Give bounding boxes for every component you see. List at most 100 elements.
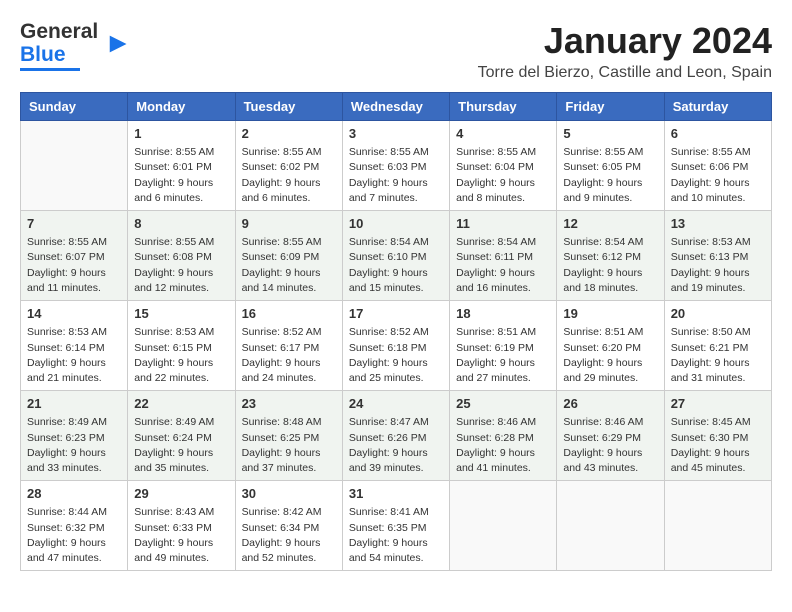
logo-text-general: General — [20, 20, 98, 43]
day-number: 9 — [242, 215, 336, 233]
weekday-header-row: SundayMondayTuesdayWednesdayThursdayFrid… — [21, 93, 772, 121]
day-number: 14 — [27, 305, 121, 323]
title-block: January 2024 Torre del Bierzo, Castille … — [478, 20, 772, 82]
day-number: 12 — [563, 215, 657, 233]
day-number: 24 — [349, 395, 443, 413]
calendar-cell: 29 Sunrise: 8:43 AM Sunset: 6:33 PM Dayli… — [128, 481, 235, 571]
day-detail: Sunrise: 8:53 AM Sunset: 6:13 PM Dayligh… — [671, 235, 765, 296]
day-detail: Sunrise: 8:55 AM Sunset: 6:05 PM Dayligh… — [563, 145, 657, 206]
calendar-cell: 13 Sunrise: 8:53 AM Sunset: 6:13 PM Dayli… — [664, 211, 771, 301]
calendar-cell — [21, 121, 128, 211]
day-number: 29 — [134, 485, 228, 503]
calendar-cell: 24 Sunrise: 8:47 AM Sunset: 6:26 PM Dayli… — [342, 391, 449, 481]
day-number: 23 — [242, 395, 336, 413]
calendar-cell: 2Sunrise: 8:55 AM Sunset: 6:02 PM Daylig… — [235, 121, 342, 211]
day-number: 26 — [563, 395, 657, 413]
day-number: 1 — [134, 125, 228, 143]
day-detail: Sunrise: 8:51 AM Sunset: 6:20 PM Dayligh… — [563, 325, 657, 386]
weekday-header-monday: Monday — [128, 93, 235, 121]
calendar-cell: 9 Sunrise: 8:55 AM Sunset: 6:09 PM Daylig… — [235, 211, 342, 301]
calendar-cell: 21 Sunrise: 8:49 AM Sunset: 6:23 PM Dayli… — [21, 391, 128, 481]
weekday-header-sunday: Sunday — [21, 93, 128, 121]
day-detail: Sunrise: 8:43 AM Sunset: 6:33 PM Dayligh… — [134, 505, 228, 566]
day-detail: Sunrise: 8:53 AM Sunset: 6:15 PM Dayligh… — [134, 325, 228, 386]
day-detail: Sunrise: 8:42 AM Sunset: 6:34 PM Dayligh… — [242, 505, 336, 566]
month-title: January 2024 — [478, 20, 772, 62]
day-detail: Sunrise: 8:55 AM Sunset: 6:07 PM Dayligh… — [27, 235, 121, 296]
day-detail: Sunrise: 8:55 AM Sunset: 6:06 PM Dayligh… — [671, 145, 765, 206]
weekday-header-friday: Friday — [557, 93, 664, 121]
logo-bird-icon: ► — [104, 27, 132, 59]
day-number: 13 — [671, 215, 765, 233]
calendar-cell: 16 Sunrise: 8:52 AM Sunset: 6:17 PM Dayli… — [235, 301, 342, 391]
calendar-cell: 1 Sunrise: 8:55 AM Sunset: 6:01 PM Daylig… — [128, 121, 235, 211]
day-detail: Sunrise: 8:48 AM Sunset: 6:25 PM Dayligh… — [242, 415, 336, 476]
calendar-cell: 11Sunrise: 8:54 AM Sunset: 6:11 PM Dayli… — [450, 211, 557, 301]
day-detail: Sunrise: 8:55 AM Sunset: 6:04 PM Dayligh… — [456, 145, 550, 206]
day-number: 4 — [456, 125, 550, 143]
day-detail: Sunrise: 8:53 AM Sunset: 6:14 PM Dayligh… — [27, 325, 121, 386]
weekday-header-tuesday: Tuesday — [235, 93, 342, 121]
calendar-cell: 15 Sunrise: 8:53 AM Sunset: 6:15 PM Dayli… — [128, 301, 235, 391]
calendar-cell: 30Sunrise: 8:42 AM Sunset: 6:34 PM Dayli… — [235, 481, 342, 571]
calendar-cell — [450, 481, 557, 571]
day-number: 5 — [563, 125, 657, 143]
calendar-cell: 5 Sunrise: 8:55 AM Sunset: 6:05 PM Daylig… — [557, 121, 664, 211]
day-number: 15 — [134, 305, 228, 323]
calendar-cell: 23 Sunrise: 8:48 AM Sunset: 6:25 PM Dayli… — [235, 391, 342, 481]
day-detail: Sunrise: 8:54 AM Sunset: 6:10 PM Dayligh… — [349, 235, 443, 296]
calendar-cell: 6Sunrise: 8:55 AM Sunset: 6:06 PM Daylig… — [664, 121, 771, 211]
calendar-cell — [557, 481, 664, 571]
calendar-cell — [664, 481, 771, 571]
day-detail: Sunrise: 8:52 AM Sunset: 6:17 PM Dayligh… — [242, 325, 336, 386]
day-number: 2 — [242, 125, 336, 143]
day-number: 21 — [27, 395, 121, 413]
day-number: 17 — [349, 305, 443, 323]
day-number: 16 — [242, 305, 336, 323]
calendar-cell: 17 Sunrise: 8:52 AM Sunset: 6:18 PM Dayli… — [342, 301, 449, 391]
day-number: 11 — [456, 215, 550, 233]
day-detail: Sunrise: 8:55 AM Sunset: 6:01 PM Dayligh… — [134, 145, 228, 206]
day-detail: Sunrise: 8:55 AM Sunset: 6:09 PM Dayligh… — [242, 235, 336, 296]
calendar-cell: 10 Sunrise: 8:54 AM Sunset: 6:10 PM Dayli… — [342, 211, 449, 301]
calendar-cell: 18Sunrise: 8:51 AM Sunset: 6:19 PM Dayli… — [450, 301, 557, 391]
day-detail: Sunrise: 8:46 AM Sunset: 6:29 PM Dayligh… — [563, 415, 657, 476]
header: General Blue ► January 2024 Torre del Bi… — [20, 20, 772, 82]
weekday-header-saturday: Saturday — [664, 93, 771, 121]
week-row-4: 21 Sunrise: 8:49 AM Sunset: 6:23 PM Dayli… — [21, 391, 772, 481]
day-number: 8 — [134, 215, 228, 233]
calendar-cell: 4 Sunrise: 8:55 AM Sunset: 6:04 PM Daylig… — [450, 121, 557, 211]
day-number: 22 — [134, 395, 228, 413]
calendar-cell: 26 Sunrise: 8:46 AM Sunset: 6:29 PM Dayli… — [557, 391, 664, 481]
calendar-cell: 31 Sunrise: 8:41 AM Sunset: 6:35 PM Dayli… — [342, 481, 449, 571]
day-number: 28 — [27, 485, 121, 503]
calendar-cell: 25Sunrise: 8:46 AM Sunset: 6:28 PM Dayli… — [450, 391, 557, 481]
day-number: 27 — [671, 395, 765, 413]
weekday-header-wednesday: Wednesday — [342, 93, 449, 121]
day-number: 7 — [27, 215, 121, 233]
day-number: 31 — [349, 485, 443, 503]
calendar-cell: 19 Sunrise: 8:51 AM Sunset: 6:20 PM Dayli… — [557, 301, 664, 391]
logo: General Blue ► — [20, 20, 132, 71]
week-row-1: 1 Sunrise: 8:55 AM Sunset: 6:01 PM Daylig… — [21, 121, 772, 211]
calendar-cell: 3 Sunrise: 8:55 AM Sunset: 6:03 PM Daylig… — [342, 121, 449, 211]
day-detail: Sunrise: 8:44 AM Sunset: 6:32 PM Dayligh… — [27, 505, 121, 566]
week-row-3: 14 Sunrise: 8:53 AM Sunset: 6:14 PM Dayli… — [21, 301, 772, 391]
day-number: 19 — [563, 305, 657, 323]
calendar-cell: 12Sunrise: 8:54 AM Sunset: 6:12 PM Dayli… — [557, 211, 664, 301]
day-detail: Sunrise: 8:49 AM Sunset: 6:23 PM Dayligh… — [27, 415, 121, 476]
day-detail: Sunrise: 8:52 AM Sunset: 6:18 PM Dayligh… — [349, 325, 443, 386]
day-number: 18 — [456, 305, 550, 323]
day-detail: Sunrise: 8:55 AM Sunset: 6:03 PM Dayligh… — [349, 145, 443, 206]
day-detail: Sunrise: 8:47 AM Sunset: 6:26 PM Dayligh… — [349, 415, 443, 476]
day-number: 3 — [349, 125, 443, 143]
weekday-header-thursday: Thursday — [450, 93, 557, 121]
logo-text-blue: Blue — [20, 43, 98, 66]
day-detail: Sunrise: 8:55 AM Sunset: 6:08 PM Dayligh… — [134, 235, 228, 296]
week-row-2: 7 Sunrise: 8:55 AM Sunset: 6:07 PM Daylig… — [21, 211, 772, 301]
calendar-table: SundayMondayTuesdayWednesdayThursdayFrid… — [20, 92, 772, 571]
day-detail: Sunrise: 8:41 AM Sunset: 6:35 PM Dayligh… — [349, 505, 443, 566]
location-title: Torre del Bierzo, Castille and Leon, Spa… — [478, 64, 772, 82]
day-number: 10 — [349, 215, 443, 233]
calendar-cell: 8 Sunrise: 8:55 AM Sunset: 6:08 PM Daylig… — [128, 211, 235, 301]
